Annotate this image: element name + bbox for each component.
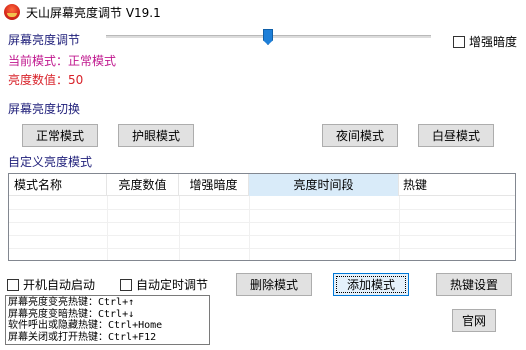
current-mode-text: 当前模式：正常模式 [8, 54, 117, 68]
column-divider [179, 196, 180, 260]
row-divider [9, 209, 515, 210]
auto-schedule-checkbox-box[interactable] [120, 278, 132, 291]
hotkey-info-box: 屏幕亮度变亮热键：Ctrl+↑ 屏幕亮度变暗热键：Ctrl+↓ 软件呼出或隐藏热… [5, 295, 210, 345]
official-website-button[interactable]: 官网 [452, 309, 496, 332]
normal-mode-button[interactable]: 正常模式 [22, 124, 98, 147]
enhance-dark-checkbox-box[interactable] [453, 35, 465, 48]
day-mode-button[interactable]: 白昼模式 [418, 124, 494, 147]
column-header-time-range[interactable]: 亮度时间段 [249, 174, 399, 196]
brightness-section-label: 屏幕亮度调节 [8, 33, 81, 47]
autostart-label: 开机自动启动 [23, 278, 96, 292]
hotkey-info-line: 软件呼出或隐藏热键：Ctrl+Home [8, 320, 163, 331]
hotkey-info-line: 屏幕亮度变亮热键：Ctrl+↑ [8, 297, 135, 308]
hotkey-settings-button[interactable]: 热键设置 [436, 273, 512, 296]
brightness-slider-thumb[interactable] [263, 29, 273, 45]
eye-care-mode-button[interactable]: 护眼模式 [118, 124, 194, 147]
autostart-checkbox-box[interactable] [7, 278, 19, 291]
table-header: 模式名称 亮度数值 增强暗度 亮度时间段 热键 [9, 174, 515, 196]
column-header-hotkey[interactable]: 热键 [399, 174, 515, 196]
column-divider [107, 196, 108, 260]
column-header-brightness-value[interactable]: 亮度数值 [107, 174, 179, 196]
app-logo-icon [4, 4, 20, 20]
auto-schedule-label: 自动定时调节 [136, 278, 209, 292]
auto-schedule-checkbox[interactable]: 自动定时调节 [120, 276, 208, 293]
add-mode-button[interactable]: 添加模式 [333, 273, 409, 296]
column-header-mode-name[interactable]: 模式名称 [9, 174, 107, 196]
custom-mode-table[interactable]: 模式名称 亮度数值 增强暗度 亮度时间段 热键 [8, 173, 516, 261]
row-divider [9, 222, 515, 223]
autostart-checkbox[interactable]: 开机自动启动 [7, 276, 95, 293]
title-bar[interactable]: 天山屏幕亮度调节 V19.1 [0, 0, 526, 24]
enhance-dark-label: 增强暗度 [469, 35, 518, 49]
column-header-enhance-dark[interactable]: 增强暗度 [179, 174, 249, 196]
switch-section-label: 屏幕亮度切换 [8, 102, 81, 116]
brightness-value-text: 亮度数值：50 [8, 73, 84, 87]
column-divider [399, 196, 400, 260]
hotkey-info-line: 屏幕关闭或打开热键：Ctrl+F12 [8, 331, 157, 343]
night-mode-button[interactable]: 夜间模式 [322, 124, 398, 147]
enhance-dark-checkbox[interactable]: 增强暗度 [453, 33, 517, 50]
window-title: 天山屏幕亮度调节 V19.1 [26, 6, 161, 20]
column-divider [249, 196, 250, 260]
delete-mode-button[interactable]: 删除模式 [236, 273, 312, 296]
custom-section-label: 自定义亮度模式 [8, 155, 93, 169]
hotkey-info-line: 屏幕亮度变暗热键：Ctrl+↓ [8, 308, 135, 320]
row-divider [9, 235, 515, 236]
row-divider [9, 248, 515, 249]
